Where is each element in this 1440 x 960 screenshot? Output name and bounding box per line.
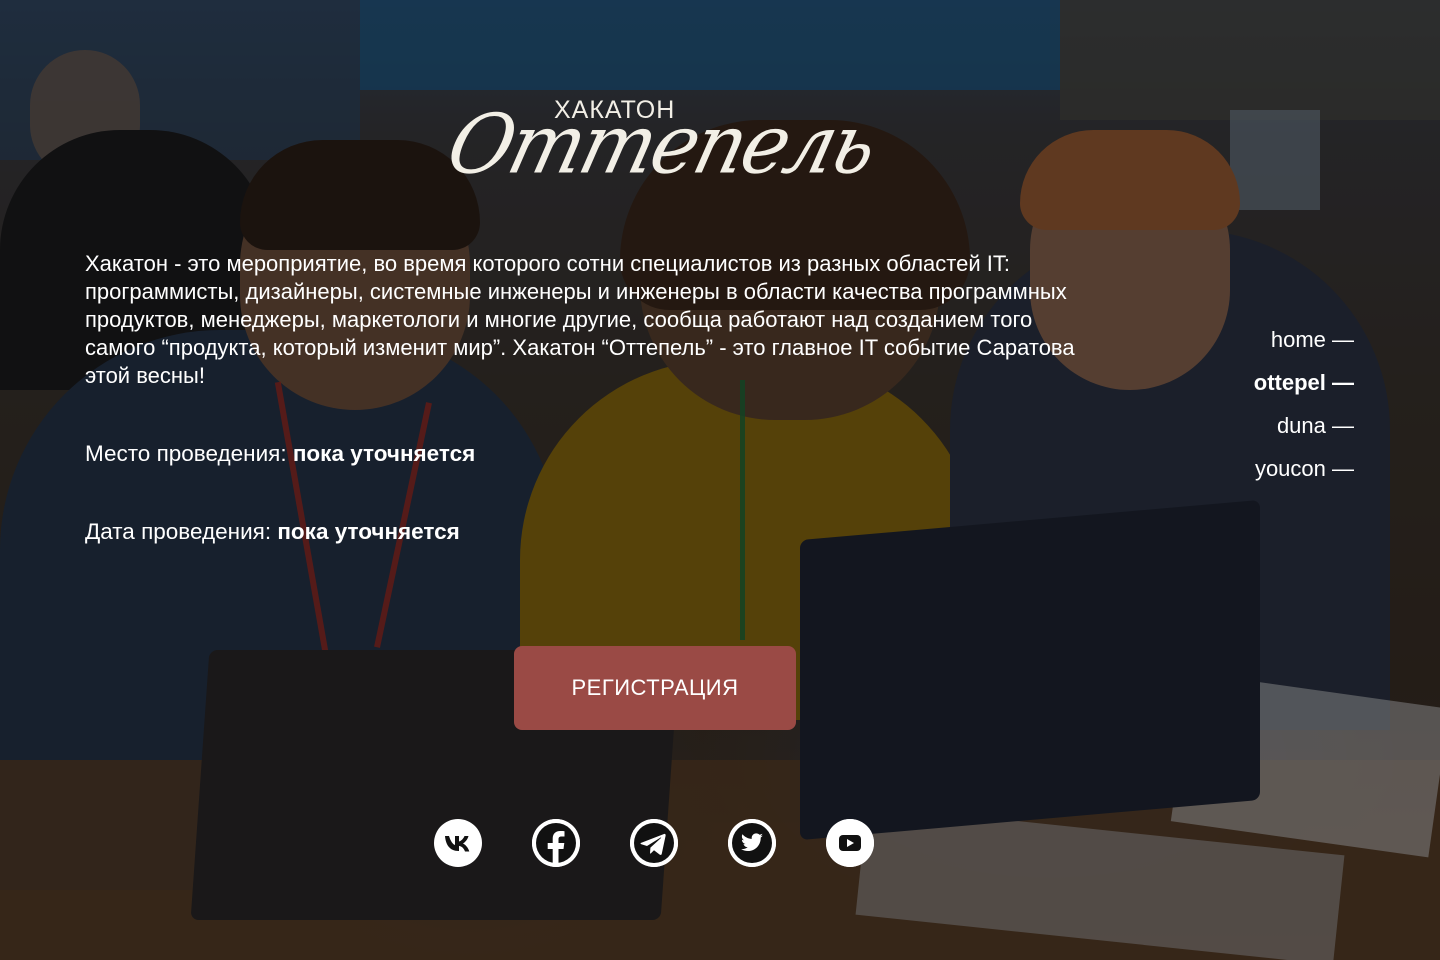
logo-title: Оттепель [438,97,885,193]
youtube-icon[interactable] [826,819,874,867]
date-label: Дата проведения: [85,519,272,544]
place-label: Место проведения: [85,441,287,466]
nav-item-youcon[interactable]: youcon — [1254,455,1354,483]
site-nav: home — ottepel — duna — youcon — [1254,326,1354,498]
nav-item-ottepel[interactable]: ottepel — [1254,369,1354,397]
event-date: Дата проведения: пока уточняется [85,518,460,546]
facebook-icon[interactable] [532,819,580,867]
twitter-icon[interactable] [728,819,776,867]
register-button[interactable]: РЕГИСТРАЦИЯ [514,646,796,730]
hackathon-logo: ХАКАТОН Оттепель [438,92,884,204]
date-value: пока уточняется [277,519,460,544]
social-links [434,819,874,867]
place-value: пока уточняется [292,441,476,466]
nav-item-home[interactable]: home — [1254,326,1354,354]
vk-icon[interactable] [434,819,482,867]
event-place: Место проведения: пока уточняется [85,440,475,468]
event-description: Хакатон - это мероприятие, во время кото… [85,251,1075,388]
telegram-icon[interactable] [630,819,678,867]
nav-item-duna[interactable]: duna — [1254,412,1354,440]
